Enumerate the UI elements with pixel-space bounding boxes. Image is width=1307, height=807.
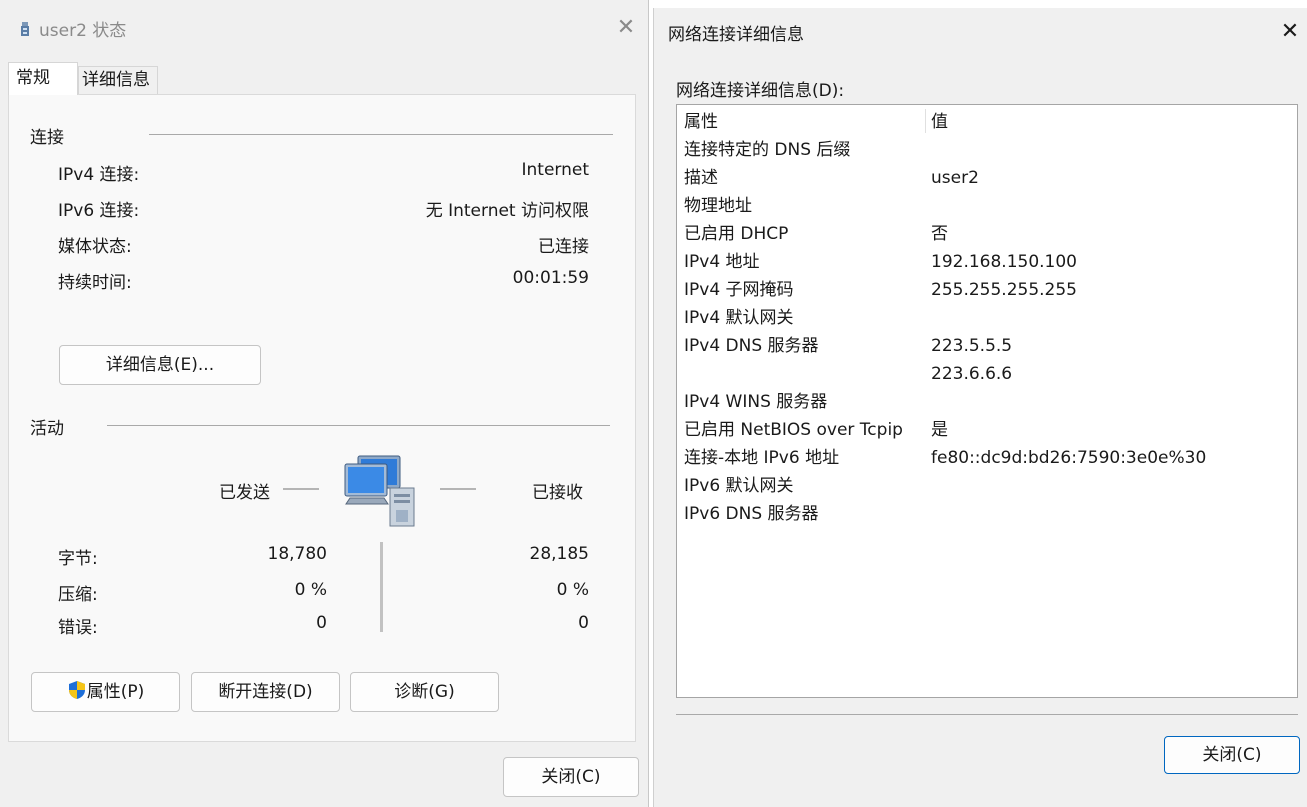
property-value: 否 (931, 224, 948, 244)
property-value: 223.6.6.6 (931, 364, 1013, 384)
properties-button-label: 属性(P) (86, 682, 145, 702)
errors-label: 错误: (58, 618, 98, 638)
compression-received-value: 0 % (556, 580, 589, 600)
property-name: 连接特定的 DNS 后缀 (684, 140, 851, 160)
property-name: IPv4 默认网关 (684, 308, 794, 328)
activity-section-title: 活动 (30, 419, 64, 439)
close-button[interactable]: 关闭(C) (1164, 736, 1300, 774)
property-value: 192.168.150.100 (931, 252, 1078, 272)
duration-label: 持续时间: (58, 273, 132, 293)
activity-column-divider (380, 542, 383, 632)
network-computers-icon (344, 455, 415, 527)
properties-button[interactable]: 属性(P) (31, 672, 180, 712)
status-dialog: user2 状态 ✕ 常规 详细信息 连接 IPv4 连接: Internet … (0, 0, 649, 807)
ipv4-connection-label: IPv4 连接: (58, 165, 140, 185)
diagnose-button[interactable]: 诊断(G) (350, 672, 499, 712)
property-name: IPv4 子网掩码 (684, 280, 794, 300)
property-value: user2 (931, 168, 979, 188)
column-header-value[interactable]: 值 (931, 108, 948, 136)
property-name: 已启用 NetBIOS over Tcpip (684, 420, 903, 440)
compression-label: 压缩: (58, 585, 98, 605)
footer-divider (676, 714, 1298, 715)
details-list-label: 网络连接详细信息(D): (676, 81, 845, 101)
property-name: IPv4 DNS 服务器 (684, 336, 819, 356)
property-value: 223.5.5.5 (931, 336, 1013, 356)
duration-value: 00:01:59 (512, 268, 589, 288)
media-state-label: 媒体状态: (58, 237, 132, 257)
bytes-sent-value: 18,780 (267, 544, 327, 564)
errors-received-value: 0 (578, 613, 589, 633)
disconnect-button[interactable]: 断开连接(D) (191, 672, 340, 712)
errors-sent-value: 0 (316, 613, 327, 633)
property-name: IPv6 DNS 服务器 (684, 504, 819, 524)
details-listview[interactable]: 属性 值 连接特定的 DNS 后缀 描述 user2 物理地址 已启用 DHCP 否… (676, 104, 1298, 698)
sent-dash (283, 488, 319, 490)
activity-section-divider (107, 425, 610, 426)
property-name: 已启用 DHCP (684, 224, 789, 244)
received-dash (440, 488, 476, 490)
dialog-title: user2 状态 (39, 21, 127, 41)
tab-general[interactable]: 常规 (8, 62, 78, 95)
property-name: 物理地址 (684, 196, 752, 216)
tab-panel-general (8, 94, 636, 742)
close-icon[interactable]: ✕ (1276, 18, 1304, 46)
compression-sent-value: 0 % (294, 580, 327, 600)
network-details-dialog: 网络连接详细信息 ✕ 网络连接详细信息(D): 属性 值 连接特定的 DNS 后… (653, 8, 1307, 807)
connection-section-title: 连接 (30, 128, 64, 148)
ipv6-connection-value: 无 Internet 访问权限 (425, 201, 589, 221)
connection-section-divider (149, 134, 613, 135)
property-name: IPv4 WINS 服务器 (684, 392, 828, 412)
received-label: 已接收 (532, 483, 583, 503)
column-divider[interactable] (925, 109, 926, 133)
property-name: IPv4 地址 (684, 252, 760, 272)
close-icon[interactable]: ✕ (612, 14, 640, 42)
bytes-received-value: 28,185 (529, 544, 589, 564)
uac-shield-icon (68, 681, 85, 699)
media-state-value: 已连接 (538, 237, 589, 257)
network-adapter-icon (21, 22, 29, 36)
property-value: 255.255.255.255 (931, 280, 1078, 300)
close-button[interactable]: 关闭(C) (503, 757, 639, 797)
ipv6-connection-label: IPv6 连接: (58, 201, 140, 221)
column-header-property[interactable]: 属性 (684, 108, 924, 136)
details-button[interactable]: 详细信息(E)... (59, 345, 261, 385)
bytes-label: 字节: (58, 549, 98, 569)
tab-details[interactable]: 详细信息 (78, 66, 158, 94)
property-name: 描述 (684, 168, 718, 188)
property-name: 连接-本地 IPv6 地址 (684, 448, 840, 468)
ipv4-connection-value: Internet (521, 160, 589, 180)
property-name: IPv6 默认网关 (684, 476, 794, 496)
property-value: fe80::dc9d:bd26:7590:3e0e%30 (931, 448, 1207, 468)
property-value: 是 (931, 420, 948, 440)
dialog-title: 网络连接详细信息 (668, 25, 804, 45)
sent-label: 已发送 (219, 483, 270, 503)
